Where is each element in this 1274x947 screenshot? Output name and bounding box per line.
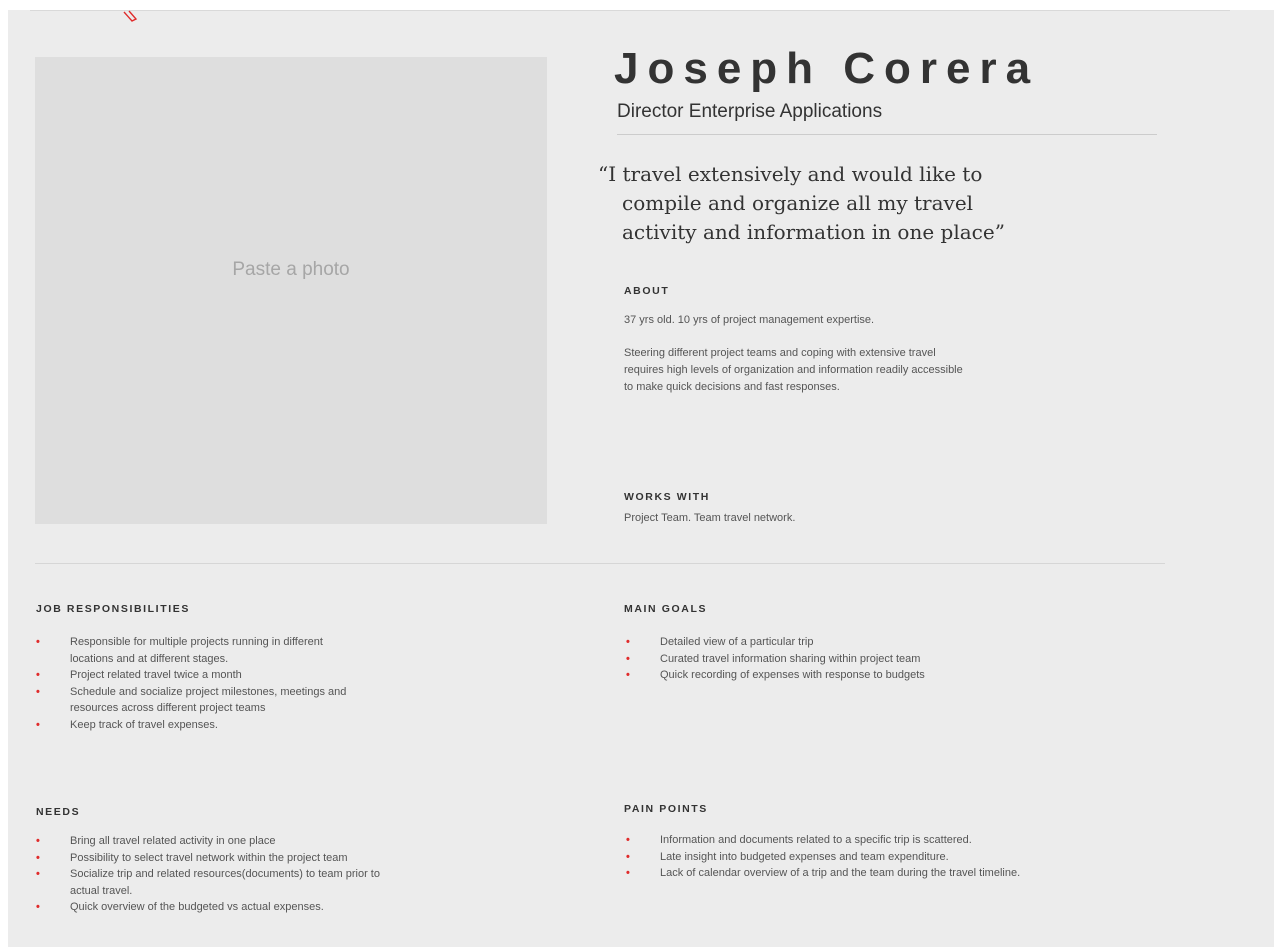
list-item-text: Project related travel twice a month (70, 669, 242, 681)
about-summary: 37 yrs old. 10 yrs of project management… (624, 312, 874, 329)
list-item-text: resources across different project teams (70, 702, 266, 714)
top-divider (30, 10, 1230, 11)
list-item: • Detailed view of a particular trip (626, 634, 925, 651)
about-description-line: to make quick decisions and fast respons… (624, 381, 840, 393)
works-with-value: Project Team. Team travel network. (624, 512, 796, 524)
bullet-icon: • (36, 851, 40, 864)
list-item: • Possibility to select travel network w… (36, 850, 380, 867)
list-item-text: Bring all travel related activity in one… (70, 835, 276, 847)
list-item-text: Curated travel information sharing withi… (660, 652, 921, 665)
list-item: • Information and documents related to a… (626, 832, 1020, 849)
list-item: • Project related travel twice a month (36, 667, 346, 684)
quote-line: compile and organize all my travel (622, 191, 974, 215)
quote-line: “I travel extensively and would like to (598, 162, 983, 186)
about-description: Steering different project teams and cop… (624, 345, 963, 396)
bullet-icon: • (36, 868, 40, 880)
list-item: • Curated travel information sharing wit… (626, 651, 925, 668)
job-responsibilities-heading: JOB RESPONSIBILITIES (36, 603, 190, 615)
list-item: • Responsible for multiple projects runn… (36, 634, 346, 667)
list-item: • Quick overview of the budgeted vs actu… (36, 899, 380, 916)
bullet-icon: • (626, 867, 630, 879)
main-goals-list: • Detailed view of a particular trip • C… (626, 634, 925, 684)
bullet-icon: • (626, 834, 630, 846)
list-item: • Late insight into budgeted expenses an… (626, 849, 1020, 866)
bullet-icon: • (626, 669, 630, 681)
bullet-icon: • (36, 835, 40, 847)
persona-quote: “I travel extensively and would like to … (598, 160, 1118, 247)
list-item-text: Quick recording of expenses with respons… (660, 669, 925, 681)
list-item-text: actual travel. (70, 884, 133, 897)
main-goals-heading: MAIN GOALS (624, 603, 708, 615)
list-item-text: Late insight into budgeted expenses and … (660, 850, 949, 863)
pain-points-list: • Information and documents related to a… (626, 832, 1020, 882)
section-divider (35, 563, 1165, 564)
photo-placeholder[interactable]: Paste a photo (35, 57, 547, 524)
bullet-icon: • (36, 636, 40, 648)
list-item: • Lack of calendar overview of a trip an… (626, 865, 1020, 882)
list-item-text: Socialize trip and related resources(doc… (70, 868, 380, 880)
bullet-icon: • (626, 850, 630, 863)
bullet-icon: • (626, 652, 630, 665)
needs-list: • Bring all travel related activity in o… (36, 833, 380, 916)
bullet-icon: • (626, 636, 630, 648)
list-item-text: Keep track of travel expenses. (70, 718, 218, 731)
bullet-icon: • (36, 901, 40, 913)
list-item: • Quick recording of expenses with respo… (626, 667, 925, 684)
bullet-icon: • (36, 718, 40, 731)
quote-line: activity and information in one place” (622, 220, 1005, 244)
pen-mark-icon (123, 10, 138, 22)
list-item-text: Possibility to select travel network wit… (70, 851, 348, 864)
works-with-text: Project Team. Team travel network. (624, 510, 795, 527)
about-heading: ABOUT (624, 285, 670, 297)
list-item: • Socialize trip and related resources(d… (36, 866, 380, 899)
list-item-text: locations and at different stages. (70, 652, 229, 665)
list-item-text: Responsible for multiple projects runnin… (70, 636, 323, 648)
list-item-text: Lack of calendar overview of a trip and … (660, 867, 1021, 879)
list-item: • Schedule and socialize project milesto… (36, 684, 346, 717)
needs-heading: NEEDS (36, 806, 81, 818)
persona-role: Director Enterprise Applications (617, 101, 883, 122)
bullet-icon: • (36, 669, 40, 681)
bullet-icon: • (36, 685, 40, 698)
about-description-line: Steering different project teams and cop… (624, 347, 936, 359)
works-with-heading: WORKS WITH (624, 491, 710, 503)
list-item-text: Detailed view of a particular trip (660, 636, 814, 648)
list-item: • Bring all travel related activity in o… (36, 833, 380, 850)
about-description-line: requires high levels of organization and… (624, 364, 963, 376)
persona-name: Joseph Corera (614, 44, 1040, 93)
list-item-text: Quick overview of the budgeted vs actual… (70, 901, 324, 913)
job-responsibilities-list: • Responsible for multiple projects runn… (36, 634, 346, 733)
pain-points-heading: PAIN POINTS (624, 803, 708, 815)
list-item-text: Schedule and socialize project milestone… (70, 685, 347, 698)
list-item-text: Information and documents related to a s… (660, 834, 972, 846)
name-divider (617, 134, 1157, 135)
photo-placeholder-label: Paste a photo (232, 259, 350, 280)
list-item: • Keep track of travel expenses. (36, 717, 346, 734)
about-summary-text: 37 yrs old. 10 yrs of project management… (624, 314, 875, 326)
